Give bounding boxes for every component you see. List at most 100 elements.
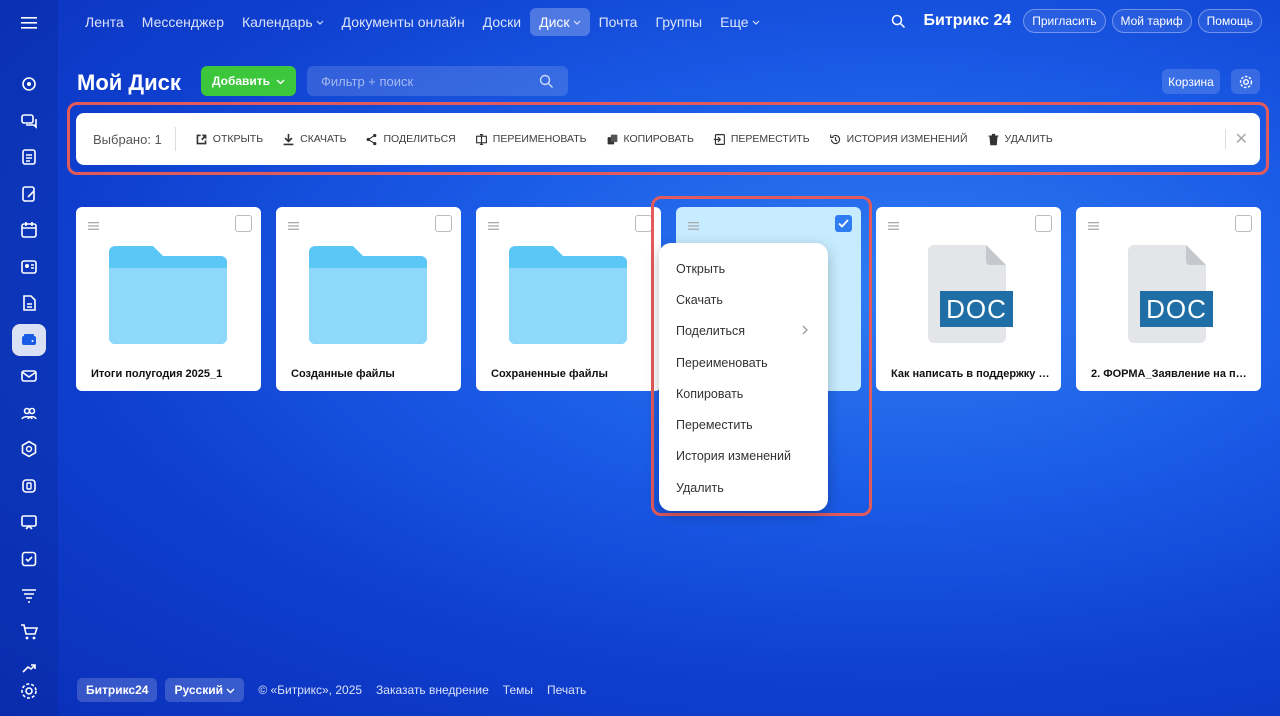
doc-badge-text: DOC xyxy=(1146,294,1207,324)
search-icon[interactable] xyxy=(891,14,906,29)
context-menu-item[interactable]: Поделиться xyxy=(659,316,828,347)
drag-handle-icon[interactable] xyxy=(1088,217,1099,235)
context-menu-item[interactable]: Удалить xyxy=(659,472,828,503)
context-menu-item[interactable]: Переместить xyxy=(659,409,828,440)
toolbar-action-download[interactable]: СКАЧАТЬ xyxy=(282,133,346,146)
nav-item-label: Мессенджер xyxy=(141,14,224,30)
nav-item-label: Календарь xyxy=(241,14,313,30)
nav-item[interactable]: Документы онлайн xyxy=(333,8,474,36)
context-menu-item[interactable]: История изменений xyxy=(659,441,828,472)
top-right-area: Битрикс 24 Пригласить Мой тариф Помощь xyxy=(891,9,1262,33)
themes-link[interactable]: Темы xyxy=(503,683,533,697)
close-icon[interactable]: ✕ xyxy=(1224,129,1248,149)
drag-handle-icon[interactable] xyxy=(88,217,99,235)
language-select[interactable]: Русский xyxy=(165,678,245,702)
left-sidebar xyxy=(0,0,58,716)
add-button-label: Добавить xyxy=(211,74,271,88)
context-menu-item-label: Копировать xyxy=(676,386,744,401)
context-menu-item-label: Удалить xyxy=(676,480,724,495)
checkbox[interactable] xyxy=(635,215,652,232)
file-card[interactable]: Созданные файлы xyxy=(276,207,461,391)
print-link[interactable]: Печать xyxy=(547,683,586,697)
contacts-card-icon[interactable] xyxy=(12,251,46,283)
feed-icon[interactable] xyxy=(12,68,46,100)
copy-icon xyxy=(607,134,617,144)
chevron-down-icon xyxy=(573,17,581,27)
menu-burger-icon[interactable] xyxy=(14,12,44,34)
help-button[interactable]: Помощь xyxy=(1197,9,1262,33)
tasks-doc-icon[interactable] xyxy=(12,141,46,173)
settings-button[interactable] xyxy=(1231,69,1260,94)
apps-icon[interactable] xyxy=(12,470,46,502)
my-tariff-button[interactable]: Мой тариф xyxy=(1111,9,1192,33)
drag-handle-icon[interactable] xyxy=(888,217,899,235)
nav-item[interactable]: Лента xyxy=(76,8,133,36)
filter-funnel-icon[interactable] xyxy=(12,579,46,611)
context-menu-item[interactable]: Скачать xyxy=(659,284,828,315)
checklist-icon[interactable] xyxy=(12,543,46,575)
cart-icon[interactable] xyxy=(12,616,46,648)
hexagon-icon[interactable] xyxy=(12,433,46,465)
filter-search-box[interactable] xyxy=(307,66,568,96)
nav-item[interactable]: Еще xyxy=(711,8,769,36)
file-card[interactable]: Сохраненные файлы xyxy=(476,207,661,391)
top-navigation-bar: Лента Мессенджер Календарь Документы онлайн… xyxy=(58,0,1280,44)
footer-brand-label: Битрикс24 xyxy=(86,683,149,697)
presentation-icon[interactable] xyxy=(12,506,46,538)
toolbar-action-move[interactable]: ПЕРЕМЕСТИТЬ xyxy=(713,133,810,146)
settings-gear-icon[interactable] xyxy=(12,676,46,706)
chevron-down-icon xyxy=(752,17,760,27)
context-menu-item-label: Открыть xyxy=(676,261,726,276)
file-card[interactable]: DOC 2. ФОРМА_Заявление на пред… xyxy=(1076,207,1261,391)
bitrix24-logo[interactable]: Битрикс 24 xyxy=(924,12,1012,30)
footer-brand-button[interactable]: Битрикс24 xyxy=(77,678,158,702)
toolbar-action-copy[interactable]: КОПИРОВАТЬ xyxy=(606,133,694,146)
nav-item[interactable]: Календарь xyxy=(233,8,333,36)
toolbar-actions: ОТКРЫТЬ СКАЧАТЬ ПОДЕЛИТЬСЯ ПЕРЕИМЕНОВАТЬ КОП… xyxy=(176,133,1053,146)
invite-button[interactable]: Пригласить xyxy=(1023,9,1106,33)
document-icon[interactable] xyxy=(12,287,46,319)
nav-item[interactable]: Группы xyxy=(646,8,711,36)
trash-button[interactable]: Корзина xyxy=(1162,69,1220,94)
copyright-text: © «Битрикс», 2025 xyxy=(258,683,363,697)
toolbar-action-history[interactable]: ИСТОРИЯ ИЗМЕНЕНИЙ xyxy=(829,133,968,146)
file-card[interactable]: Итоги полугодия 2025_1 xyxy=(76,207,261,391)
calendar-icon[interactable] xyxy=(12,214,46,246)
checkbox[interactable] xyxy=(435,215,452,232)
edit-doc-icon[interactable] xyxy=(12,178,46,210)
context-menu-item[interactable]: Копировать xyxy=(659,378,828,409)
add-button[interactable]: Добавить xyxy=(201,66,296,96)
file-name: Созданные файлы xyxy=(291,368,395,380)
chat-icon[interactable] xyxy=(12,105,46,137)
doc-badge-text: DOC xyxy=(946,294,1007,324)
toolbar-action-open[interactable]: ОТКРЫТЬ xyxy=(195,133,263,146)
nav-item[interactable]: Почта xyxy=(590,8,647,36)
file-name: Итоги полугодия 2025_1 xyxy=(91,368,223,380)
mail-icon[interactable] xyxy=(12,360,46,392)
order-link[interactable]: Заказать внедрение xyxy=(376,683,489,697)
nav-item[interactable]: Диск xyxy=(530,8,590,36)
checkbox[interactable] xyxy=(1235,215,1252,232)
drag-handle-icon[interactable] xyxy=(488,217,499,235)
drag-handle-icon[interactable] xyxy=(288,217,299,235)
toolbar-action-trash[interactable]: УДАЛИТЬ xyxy=(987,133,1053,146)
search-icon[interactable] xyxy=(539,74,554,89)
context-menu-item[interactable]: Переименовать xyxy=(659,347,828,378)
file-card[interactable]: DOC Как написать в поддержку Б24… xyxy=(876,207,1061,391)
nav-item[interactable]: Доски xyxy=(474,8,530,36)
groups-icon[interactable] xyxy=(12,397,46,429)
language-label: Русский xyxy=(174,683,223,697)
file-name: Как написать в поддержку Б24… xyxy=(891,368,1051,380)
toolbar-action-rename[interactable]: ПЕРЕИМЕНОВАТЬ xyxy=(475,133,587,146)
checkbox[interactable] xyxy=(235,215,252,232)
context-menu-item[interactable]: Открыть xyxy=(659,253,828,284)
footer: Битрикс24 Русский © «Битрикс», 2025 Зака… xyxy=(77,678,586,702)
nav-item[interactable]: Мессенджер xyxy=(133,8,233,36)
folder-icon xyxy=(309,246,427,344)
toolbar-action-label: ПОДЕЛИТЬСЯ xyxy=(383,133,456,145)
checkbox[interactable] xyxy=(1035,215,1052,232)
search-input[interactable] xyxy=(321,73,539,89)
toolbar-action-share[interactable]: ПОДЕЛИТЬСЯ xyxy=(365,133,456,146)
toolbar-action-label: ОТКРЫТЬ xyxy=(212,133,264,145)
disk-drive-icon[interactable] xyxy=(12,323,46,356)
